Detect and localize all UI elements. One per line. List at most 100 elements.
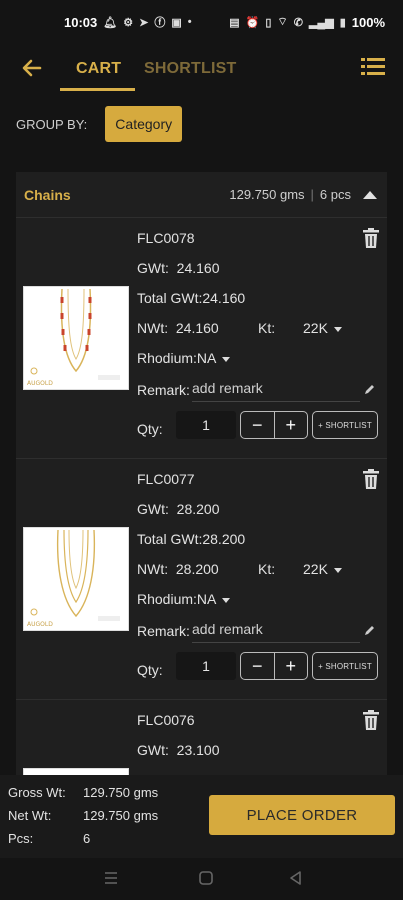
recents-icon[interactable]: [103, 870, 119, 891]
item-code: FLC0077: [137, 471, 195, 487]
chevron-down-icon: [222, 597, 231, 603]
net-weight: NWt: 28.200: [137, 561, 219, 577]
gwt-value: 24.160: [176, 260, 220, 276]
cart-item: AUGOLD FLC0078 GWt: 24.160 Total GWt:24.…: [16, 218, 387, 459]
pieces-value: 6: [83, 831, 91, 846]
facebook-icon: ⓕ: [154, 17, 166, 29]
shortlist-button[interactable]: + SHORTLIST: [312, 652, 378, 680]
brand-watermark: AUGOLD: [27, 621, 53, 628]
total-gwt-label: Total GWt:: [137, 531, 203, 547]
app-icon: ▣: [171, 16, 182, 29]
pieces-summary: Pcs: 6: [8, 831, 90, 846]
total-gwt-value: 28.200: [202, 531, 246, 547]
pencil-icon[interactable]: [364, 382, 376, 394]
quantity-input[interactable]: 1: [176, 652, 236, 680]
bell-icon: 🔔︎: [103, 16, 118, 29]
remark-label: Remark:: [137, 623, 190, 639]
nwt-label: NWt:: [137, 561, 169, 577]
settings-icon: ⚙: [123, 16, 134, 29]
group-by-label: GROUP BY:: [16, 116, 88, 132]
nwt-value: 28.200: [175, 561, 219, 577]
chevron-down-icon: [333, 567, 342, 573]
rhodium-dropdown[interactable]: Rhodium:NA: [137, 591, 231, 607]
nwt-value: 24.160: [175, 320, 219, 336]
gross-weight: GWt: 28.200: [137, 501, 220, 517]
section-pieces: 6 pcs: [319, 187, 351, 202]
back-icon[interactable]: [288, 870, 304, 891]
gross-weight-value: 129.750 gms: [83, 785, 159, 800]
tab-shortlist[interactable]: SHORTLIST: [144, 60, 236, 78]
rhodium-value: NA: [196, 591, 217, 607]
battery-icon: ▮: [339, 16, 346, 29]
rhodium-dropdown[interactable]: Rhodium:NA: [137, 350, 231, 366]
delete-icon[interactable]: [363, 710, 379, 730]
kt-label: Kt:: [258, 561, 276, 577]
section-header[interactable]: Chains 129.750 gms | 6 pcs: [16, 172, 387, 218]
net-weight-value: 129.750 gms: [83, 808, 159, 823]
gross-weight: GWt: 23.100: [137, 742, 220, 758]
total-gwt-value: 24.160: [202, 290, 246, 306]
alarm-icon: ⏰: [245, 16, 260, 29]
gross-weight: GWt: 24.160: [137, 260, 220, 276]
delete-icon[interactable]: [363, 469, 379, 489]
nfc-icon: ▤: [229, 16, 240, 29]
total-gross-weight: Total GWt:28.200: [137, 531, 245, 547]
group-by-category-chip[interactable]: Category: [105, 106, 183, 142]
qty-label: Qty:: [137, 421, 163, 437]
active-tab-indicator: [60, 88, 135, 91]
status-bar: 10:03 🔔︎ ⚙ ➤ ⓕ ▣ • ▤ ⏰ ▯ ⌔ ✆ ▂▄▆ ▮ 100%: [0, 0, 403, 44]
section-title: Chains: [24, 186, 71, 203]
category-section: Chains 129.750 gms | 6 pcs AUGOLD FLC007…: [16, 172, 387, 782]
net-weight-label: Net Wt:: [8, 808, 52, 823]
rhodium-value: NA: [196, 350, 217, 366]
product-image[interactable]: AUGOLD: [23, 527, 129, 631]
collapse-caret-icon[interactable]: [363, 190, 377, 199]
gwt-label: GWt:: [137, 501, 169, 517]
karat-dropdown[interactable]: 22K: [303, 561, 342, 577]
list-menu-icon[interactable]: [361, 56, 385, 78]
home-icon[interactable]: [198, 870, 214, 891]
quantity-stepper: − +: [240, 411, 308, 439]
increase-button[interactable]: +: [273, 653, 308, 679]
vibrate-icon: ▯: [265, 16, 272, 29]
chevron-down-icon: [222, 356, 231, 362]
call-icon: ✆: [293, 16, 303, 29]
cart-item: FLC0076 GWt: 23.100: [16, 700, 387, 782]
delete-icon[interactable]: [363, 228, 379, 248]
pencil-icon[interactable]: [364, 623, 376, 635]
karat-value: 22K: [303, 320, 328, 336]
remark-input[interactable]: add remark: [192, 617, 360, 643]
net-weight: NWt: 24.160: [137, 320, 219, 336]
remark-input[interactable]: add remark: [192, 376, 360, 402]
gross-weight-label: Gross Wt:: [8, 785, 66, 800]
gwt-label: GWt:: [137, 742, 169, 758]
decrease-button[interactable]: −: [241, 653, 274, 679]
gross-weight-summary: Gross Wt: 129.750 gms: [8, 785, 158, 800]
decrease-button[interactable]: −: [241, 412, 274, 438]
section-summary: 129.750 gms | 6 pcs: [229, 187, 377, 202]
brand-watermark: AUGOLD: [27, 380, 53, 387]
section-weight: 129.750 gms: [229, 187, 305, 202]
rhodium-label: Rhodium:: [137, 591, 197, 607]
telegram-icon: ➤: [139, 16, 149, 29]
karat-dropdown[interactable]: 22K: [303, 320, 342, 336]
shortlist-button[interactable]: + SHORTLIST: [312, 411, 378, 439]
total-gross-weight: Total GWt:24.160: [137, 290, 245, 306]
product-image[interactable]: AUGOLD: [23, 286, 129, 390]
battery-percent: 100%: [351, 14, 385, 30]
quantity-input[interactable]: 1: [176, 411, 236, 439]
quantity-stepper: − +: [240, 652, 308, 680]
arrow-left-icon[interactable]: [20, 56, 46, 82]
kt-label: Kt:: [258, 320, 276, 336]
gwt-value: 28.200: [176, 501, 220, 517]
gwt-label: GWt:: [137, 260, 169, 276]
item-code: FLC0076: [137, 712, 195, 728]
wifi-icon: ⌔: [277, 16, 288, 28]
status-time: 10:03: [64, 14, 98, 30]
order-summary-footer: Gross Wt: 129.750 gms Net Wt: 129.750 gms …: [0, 775, 403, 858]
rhodium-label: Rhodium:: [137, 350, 197, 366]
more-dot-icon: •: [187, 16, 192, 28]
place-order-button[interactable]: PLACE ORDER: [209, 795, 395, 835]
increase-button[interactable]: +: [273, 412, 308, 438]
tab-cart[interactable]: CART: [76, 60, 121, 78]
